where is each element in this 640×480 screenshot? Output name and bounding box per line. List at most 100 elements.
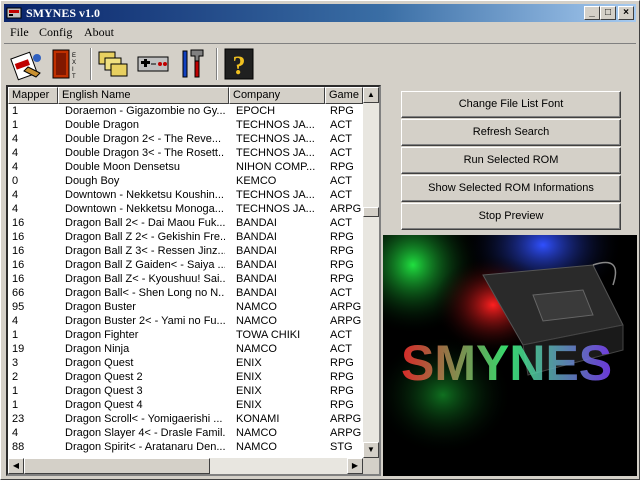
table-row[interactable]: 3 Dragon Quest ENIX RPG [8, 356, 363, 370]
cell-genre: ARPG [330, 301, 362, 313]
close-button[interactable]: × [618, 6, 634, 20]
maximize-button[interactable]: □ [600, 6, 616, 20]
table-row[interactable]: 1 Dragon Fighter TOWA CHIKI ACT [8, 328, 363, 342]
table-row[interactable]: 4 Dragon Buster 2< - Yami no Fu... NAMCO AR… [8, 314, 363, 328]
table-row[interactable]: 16 Dragon Ball Z< - Kyoushuu! Sai... BANDA… [8, 272, 363, 286]
scroll-up-icon[interactable]: ▲ [363, 87, 379, 103]
cell-english-name: Double Moon Densetsu [65, 161, 180, 173]
vertical-scroll-thumb[interactable] [363, 207, 379, 217]
cell-english-name: Dragon Spirit< - Aratanaru Den... [65, 441, 225, 453]
scroll-down-icon[interactable]: ▼ [363, 442, 379, 458]
table-row[interactable]: 0 Dough Boy KEMCO ACT [8, 174, 363, 188]
cell-english-name: Dragon Quest [65, 357, 134, 369]
rom-info-button[interactable]: Show Selected ROM Informations [401, 175, 621, 202]
table-row[interactable]: 4 Downtown - Nekketsu Koushin... TECHNOS J… [8, 188, 363, 202]
scroll-right-icon[interactable]: ▶ [347, 458, 363, 474]
menu-file[interactable]: File [10, 25, 29, 40]
table-row[interactable]: 2 Dragon Quest 2 ENIX RPG [8, 370, 363, 384]
cell-genre: ARPG [330, 203, 362, 215]
scroll-left-icon[interactable]: ◀ [8, 458, 24, 474]
cell-english-name: Dragon Buster 2< - Yami no Fu... [65, 315, 225, 327]
table-row[interactable]: 16 Dragon Ball 2< - Dai Maou Fuk... BANDAI… [8, 216, 363, 230]
table-row[interactable]: 1 Dragon Quest 3 ENIX RPG [8, 384, 363, 398]
minimize-button[interactable]: _ [584, 6, 600, 20]
horizontal-scrollbar[interactable]: ◀ ▶ [8, 458, 363, 474]
cell-english-name: Dragon Buster [65, 301, 136, 313]
cell-company: EPOCH [236, 105, 276, 117]
table-row[interactable]: 95 Dragon Buster NAMCO ARPG [8, 300, 363, 314]
menu-bar: File Config About [4, 23, 636, 41]
menu-about[interactable]: About [84, 25, 114, 40]
title-bar[interactable]: SMYNES v1.0 _ □ × [4, 4, 636, 22]
cell-genre: STG [330, 441, 353, 453]
table-row[interactable]: 4 Double Moon Densetsu NIHON COMP... RPG [8, 160, 363, 174]
run-rom-button[interactable]: Run Selected ROM [401, 147, 621, 174]
browse-folders-icon[interactable] [96, 47, 130, 81]
rom-list[interactable]: Mapper English Name Company Game 1 Doraem… [6, 85, 381, 476]
table-row[interactable]: 16 Dragon Ball Z 3< - Ressen Jinz... BANDA… [8, 244, 363, 258]
cell-genre: RPG [330, 357, 354, 369]
tools-config-icon[interactable] [176, 47, 210, 81]
cell-mapper: 19 [12, 343, 25, 355]
cell-mapper: 1 [12, 385, 19, 397]
cell-genre: RPG [330, 245, 354, 257]
table-row[interactable]: 16 Dragon Ball Z 2< - Gekishin Fre... BAND… [8, 230, 363, 244]
cell-mapper: 1 [12, 105, 19, 117]
col-mapper[interactable]: Mapper [8, 87, 58, 104]
cell-company: NAMCO [236, 427, 277, 439]
table-row[interactable]: 23 Dragon Scroll< - Yomigaerishi ... KONAM… [8, 412, 363, 426]
help-icon[interactable]: ? [222, 47, 256, 81]
cell-company: NIHON COMP... [236, 161, 316, 173]
load-rom-icon[interactable] [10, 47, 44, 81]
window-title: SMYNES v1.0 [26, 6, 101, 20]
table-row[interactable]: 4 Downtown - Nekketsu Monoga... TECHNOS JA… [8, 202, 363, 216]
cell-genre: ACT [330, 175, 352, 187]
cell-genre: ACT [330, 147, 352, 159]
cell-genre: ACT [330, 133, 352, 145]
cell-english-name: Dragon Ball< - Shen Long no N... [65, 287, 225, 299]
table-row[interactable]: 66 Dragon Ball< - Shen Long no N... BANDAI… [8, 286, 363, 300]
horizontal-scroll-thumb[interactable] [24, 458, 210, 474]
table-row[interactable]: 16 Dragon Ball Z Gaiden< - Saiya ... BANDA… [8, 258, 363, 272]
table-row[interactable]: 4 Double Dragon 3< - The Rosett... TECHNOS… [8, 146, 363, 160]
cell-mapper: 0 [12, 175, 19, 187]
svg-text:T: T [72, 74, 76, 80]
table-row[interactable]: 4 Double Dragon 2< - The Reve... TECHNOS J… [8, 132, 363, 146]
menu-config[interactable]: Config [39, 25, 72, 40]
cell-company: TECHNOS JA... [236, 133, 315, 145]
cell-company: NAMCO [236, 301, 277, 313]
table-row[interactable]: 88 Dragon Spirit< - Aratanaru Den... NAMCO… [8, 440, 363, 454]
vertical-scrollbar[interactable]: ▲ ▼ [363, 87, 379, 458]
stop-preview-button[interactable]: Stop Preview [401, 203, 621, 230]
cell-genre: ACT [330, 217, 352, 229]
cell-company: BANDAI [236, 245, 277, 257]
change-font-button[interactable]: Change File List Font [401, 91, 621, 118]
cell-genre: RPG [330, 399, 354, 411]
cell-company: BANDAI [236, 231, 277, 243]
cell-genre: ARPG [330, 427, 362, 439]
table-row[interactable]: 19 Dragon Ninja NAMCO ACT [8, 342, 363, 356]
table-row[interactable]: 1 Doraemon - Gigazombie no Gy... EPOCH RPG [8, 104, 363, 118]
cell-genre: ARPG [330, 413, 362, 425]
cell-mapper: 4 [12, 427, 19, 439]
col-game-genre[interactable]: Game [325, 87, 363, 104]
col-english-name[interactable]: English Name [58, 87, 229, 104]
controller-config-icon[interactable] [136, 47, 170, 81]
table-row[interactable]: 1 Dragon Quest 4 ENIX RPG [8, 398, 363, 412]
refresh-search-button[interactable]: Refresh Search [401, 119, 621, 146]
cell-genre: ACT [330, 329, 352, 341]
exit-icon[interactable]: E X I T [50, 47, 84, 81]
table-row[interactable]: 4 Dragon Slayer 4< - Drasle Famil... NAMCO… [8, 426, 363, 440]
cell-mapper: 4 [12, 133, 19, 145]
toolbar-separator [216, 48, 218, 80]
cell-company: BANDAI [236, 259, 277, 271]
main-window: SMYNES v1.0 _ □ × File Config About E X … [0, 0, 640, 480]
cell-company: TECHNOS JA... [236, 147, 315, 159]
cell-english-name: Double Dragon 2< - The Reve... [65, 133, 222, 145]
cell-company: TECHNOS JA... [236, 119, 315, 131]
col-company[interactable]: Company [229, 87, 325, 104]
cell-mapper: 16 [12, 259, 25, 271]
table-row[interactable]: 1 Double Dragon TECHNOS JA... ACT [8, 118, 363, 132]
cell-mapper: 16 [12, 245, 25, 257]
svg-text:X: X [72, 60, 76, 66]
